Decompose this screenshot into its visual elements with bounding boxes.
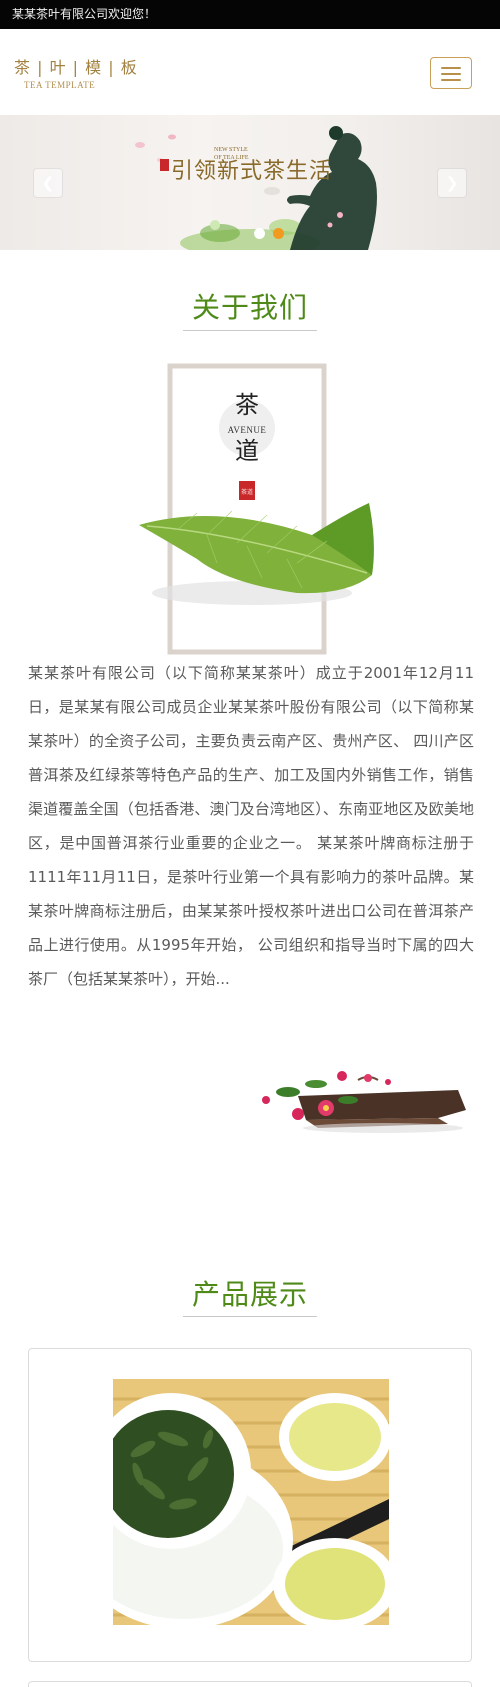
welcome-text: 某某茶叶有限公司欢迎您！	[12, 7, 157, 21]
logo-english-text: TEA TEMPLATE	[24, 80, 96, 90]
hero-banner-slider: 引领新式茶生活 NEW STYLE OF TEA LIFE ❮ ❯	[0, 115, 500, 250]
about-title-divider	[183, 330, 317, 331]
about-section-title: 关于我们	[191, 291, 308, 324]
illus-seal-text: 茶道	[241, 488, 253, 496]
about-description: 某某茶叶有限公司（以下简称某某茶叶）成立于2001年12月11日，是某某有限公司…	[28, 664, 474, 988]
illus-char-1: 茶	[235, 391, 259, 419]
products-title-divider	[183, 1316, 317, 1317]
hamburger-menu-icon-bar	[441, 79, 461, 81]
illus-en-text: AVENUE	[228, 425, 267, 435]
chevron-left-icon: ❮	[41, 174, 55, 192]
tea-avenue-illustration: 茶 AVENUE 道 茶道	[139, 363, 374, 655]
banner-slogan-en: NEW STYLE OF TEA LIFE	[214, 146, 249, 162]
banner-slogan-en-2: OF TEA LIFE	[214, 155, 249, 161]
banner-slogan: 引领新式茶生活	[171, 159, 333, 184]
illus-char-2: 道	[235, 437, 259, 465]
product-card[interactable]	[28, 1348, 472, 1662]
banner-next-button[interactable]: ❯	[438, 169, 466, 197]
logo-chinese-text: 茶 | 叶 | 模 | 板	[14, 58, 138, 77]
banner-dot-1[interactable]	[254, 228, 265, 239]
products-section-title: 产品展示	[191, 1278, 308, 1311]
menu-toggle-button[interactable]	[430, 57, 472, 89]
top-welcome-bar: 某某茶叶有限公司欢迎您！	[0, 0, 500, 29]
chevron-right-icon: ❯	[445, 174, 459, 192]
banner-slogan-en-1: NEW STYLE	[214, 147, 248, 153]
hamburger-menu-icon-bar	[441, 73, 461, 75]
banner-dot-2[interactable]	[273, 228, 284, 239]
product-image-green-tea	[113, 1379, 389, 1625]
site-header: 茶 | 叶 | 模 | 板 TEA TEMPLATE	[0, 29, 500, 115]
hamburger-menu-icon	[441, 67, 461, 69]
site-logo[interactable]: 茶 | 叶 | 模 | 板 TEA TEMPLATE	[14, 54, 138, 90]
product-card-next[interactable]	[28, 1681, 472, 1687]
banner-prev-button[interactable]: ❮	[34, 169, 62, 197]
tea-tray-flower-decoration	[262, 1071, 466, 1133]
